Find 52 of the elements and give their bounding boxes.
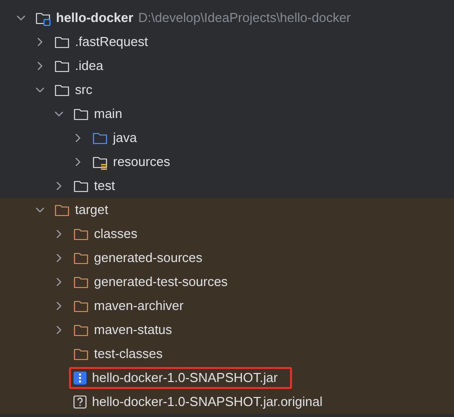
- folder-icon: [73, 274, 89, 290]
- tree-row[interactable]: resources: [0, 150, 454, 174]
- folder-icon: [73, 346, 89, 362]
- excluded-row[interactable]: maven-archiver: [0, 294, 454, 318]
- excluded-row[interactable]: generated-test-sources: [0, 270, 454, 294]
- folder-icon: [73, 298, 89, 314]
- folder-icon: [92, 130, 108, 146]
- excluded-row[interactable]: classes: [0, 222, 454, 246]
- folder-icon: [73, 250, 89, 266]
- folder-icon: [54, 34, 70, 50]
- resource-folder-icon: [92, 154, 108, 170]
- tree-row[interactable]: src: [0, 78, 454, 102]
- project-path: D:\develop\IdeaProjects\hello-docker: [138, 9, 351, 28]
- tree-row[interactable]: .fastRequest: [0, 30, 454, 54]
- tree-row[interactable]: hello-docker D:\develop\IdeaProjects\hello-docker: [0, 6, 454, 30]
- excluded-row[interactable]: generated-sources: [0, 246, 454, 270]
- tree-item-label[interactable]: maven-status: [94, 320, 172, 340]
- folder-icon: [73, 322, 89, 338]
- tree-item-label[interactable]: .idea: [75, 56, 104, 76]
- module-folder-icon: [35, 10, 51, 26]
- folder-icon: [54, 202, 70, 218]
- tree-row[interactable]: main: [0, 102, 454, 126]
- project-name[interactable]: hello-docker: [56, 8, 134, 28]
- tree-item-label[interactable]: generated-sources: [94, 248, 202, 268]
- tree-item-label[interactable]: hello-docker-1.0-SNAPSHOT.jar: [92, 368, 278, 388]
- tree-item-label[interactable]: .fastRequest: [75, 32, 148, 52]
- tree-item-label[interactable]: test-classes: [94, 344, 163, 364]
- folder-icon: [54, 58, 70, 74]
- folder-icon: [73, 226, 89, 242]
- folder-icon: [73, 178, 89, 194]
- tree-item-label[interactable]: java: [113, 128, 137, 148]
- unknown-file-icon: [73, 395, 87, 409]
- excluded-row[interactable]: target: [0, 198, 454, 222]
- tree-item-label[interactable]: main: [94, 104, 122, 124]
- archive-file-icon: [73, 371, 87, 385]
- tree-item-label[interactable]: hello-docker-1.0-SNAPSHOT.jar.original: [92, 392, 322, 412]
- tree-item-label[interactable]: resources: [113, 152, 170, 172]
- tree-item-label[interactable]: test: [94, 176, 115, 196]
- tree-item-label[interactable]: src: [75, 80, 92, 100]
- excluded-row[interactable]: hello-docker-1.0-SNAPSHOT.jar.original: [0, 390, 454, 414]
- excluded-row[interactable]: test-classes: [0, 342, 454, 366]
- tree-row[interactable]: java: [0, 126, 454, 150]
- folder-icon: [73, 106, 89, 122]
- tree-row[interactable]: test: [0, 174, 454, 198]
- folder-icon: [54, 82, 70, 98]
- tree-item-label[interactable]: classes: [94, 224, 138, 244]
- tree-item-label[interactable]: generated-test-sources: [94, 272, 228, 292]
- tree-row[interactable]: .idea: [0, 54, 454, 78]
- excluded-row[interactable]: hello-docker-1.0-SNAPSHOT.jar: [0, 366, 454, 390]
- tree-item-label[interactable]: maven-archiver: [94, 296, 184, 316]
- tree-item-label[interactable]: target: [75, 200, 108, 220]
- excluded-row[interactable]: maven-status: [0, 318, 454, 342]
